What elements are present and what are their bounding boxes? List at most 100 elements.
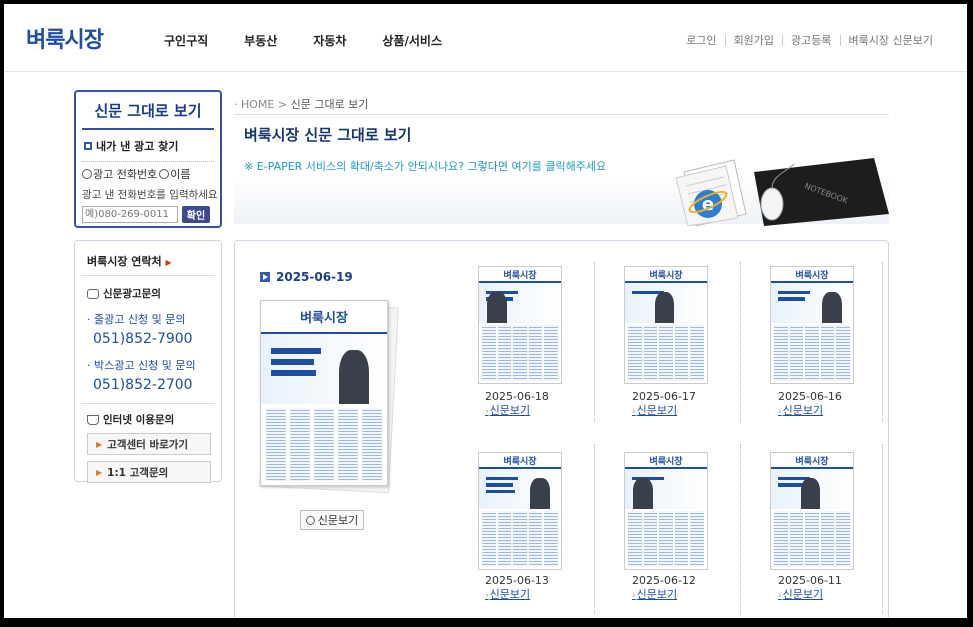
- find-ad-heading: 내가 낸 광고 찾기: [84, 138, 220, 154]
- divider: [740, 262, 741, 422]
- paper-masthead: 벼룩시장: [261, 301, 387, 335]
- signup-link[interactable]: 회원가입: [734, 32, 774, 48]
- utility-links: 로그인 회원가입 광고등록 벼룩시장 신문보기: [686, 32, 933, 48]
- breadcrumb-current: 신문 그대로 보기: [290, 98, 369, 111]
- radio-phone[interactable]: [82, 169, 92, 179]
- ad-register-link[interactable]: 광고등록: [791, 32, 831, 48]
- paper-view-link[interactable]: ›신문보기: [485, 586, 530, 602]
- divider: [782, 34, 784, 46]
- search-type-radios: 광고 전화번호 이름: [82, 166, 220, 182]
- banner-illustration: e NOTEBOOK: [675, 158, 889, 226]
- paper-view-link[interactable]: ›신문보기: [778, 402, 823, 418]
- page-title: 벼룩시장 신문 그대로 보기: [244, 126, 412, 144]
- line-ad-text: 줄광고 신청 및 문의: [94, 313, 186, 326]
- dotted-divider: [82, 161, 214, 162]
- site-logo[interactable]: 벼룩시장: [26, 22, 104, 54]
- radio-phone-label: 광고 전화번호: [93, 168, 158, 181]
- paper-view-label: 신문보기: [782, 404, 824, 417]
- divider: [594, 444, 595, 614]
- paper-view-link[interactable]: ›신문보기: [778, 586, 823, 602]
- box-ad-phone: 051)852-2700: [93, 377, 193, 393]
- magnifier-icon: [305, 515, 315, 525]
- featured-view-button[interactable]: 신문보기: [300, 510, 364, 530]
- paper-view-label: 신문보기: [636, 588, 678, 601]
- contact-title: 벼룩시장 연락처 ▶: [87, 253, 221, 269]
- sidebar-title: 신문 그대로 보기: [82, 100, 214, 130]
- divider: [882, 262, 883, 422]
- contact-box: 벼룩시장 연락처 ▶ 신문광고문의 · 줄광고 신청 및 문의 051)852-…: [74, 240, 222, 483]
- epaper-help-link[interactable]: ※ E-PAPER 서비스의 확대/축소가 안되시나요? 그렇다면 여기를 클릭…: [244, 158, 606, 174]
- paper-view-link[interactable]: ›신문보기: [632, 402, 677, 418]
- paper-logo-text: 벼룩시장: [649, 270, 683, 281]
- person-photo: [339, 349, 370, 405]
- login-link[interactable]: 로그인: [686, 32, 716, 48]
- coffee-cup-icon: [87, 414, 99, 425]
- divider: [234, 114, 889, 115]
- divider: [81, 275, 215, 276]
- paper-view-link[interactable]: ›신문보기: [485, 402, 530, 418]
- divider: [594, 262, 595, 422]
- square-bullet-icon: [84, 142, 92, 150]
- featured-date-text: 2025-06-19: [276, 270, 353, 284]
- newspaper-view-link[interactable]: 벼룩시장 신문보기: [849, 32, 933, 48]
- paper-thumbnail[interactable]: 벼룩시장: [624, 452, 708, 570]
- box-ad-text: 박스광고 신청 및 문의: [94, 359, 196, 372]
- radio-name-label: 이름: [170, 168, 191, 181]
- paper-view-label: 신문보기: [782, 588, 824, 601]
- line-ad-phone: 051)852-7900: [93, 331, 193, 347]
- nav-cars[interactable]: 자동차: [313, 32, 346, 49]
- divider: [724, 34, 726, 46]
- radio-name[interactable]: [159, 169, 170, 179]
- paper-thumbnail[interactable]: 벼룩시장: [478, 452, 562, 570]
- phone-hint: 광고 낸 전화번호를 입력하세요: [82, 189, 218, 201]
- confirm-button[interactable]: 확인: [182, 206, 210, 223]
- paper-view-label: 신문보기: [636, 404, 678, 417]
- nav-jobs[interactable]: 구인구직: [164, 32, 208, 49]
- customer-center-label: 고객센터 바로가기: [107, 438, 189, 451]
- newspaper-ad-heading: 신문광고문의: [87, 286, 221, 301]
- paper-thumbnail[interactable]: 벼룩시장: [770, 452, 854, 570]
- divider: [81, 403, 215, 404]
- paper-thumbnail[interactable]: 벼룩시장: [624, 266, 708, 384]
- paper-ads-grid: [261, 404, 387, 485]
- play-bullet-icon: [260, 272, 270, 282]
- nav-goods-services[interactable]: 상품/서비스: [382, 32, 442, 49]
- main-nav: 구인구직 부동산 자동차 상품/서비스: [164, 32, 478, 49]
- paper-view-label: 신문보기: [489, 404, 531, 417]
- paper-logo-text: 벼룩시장: [503, 270, 537, 281]
- breadcrumb: · HOME > 신문 그대로 보기: [234, 98, 369, 111]
- customer-center-button[interactable]: ▶ 고객센터 바로가기: [87, 433, 211, 455]
- triangle-right-icon: ▶: [96, 439, 103, 449]
- paper-logo-text: 벼룩시장: [649, 456, 683, 467]
- phone-input[interactable]: [82, 206, 178, 223]
- divider: [882, 444, 883, 614]
- paper-thumbnail[interactable]: 벼룩시장: [770, 266, 854, 384]
- paper-view-link[interactable]: ›신문보기: [632, 586, 677, 602]
- newspaper-ad-label: 신문광고문의: [103, 288, 161, 300]
- one-on-one-button[interactable]: ▶ 1:1 고객문의: [87, 461, 211, 483]
- featured-paper-thumbnail[interactable]: 벼룩시장: [260, 300, 388, 486]
- internet-inquiry-heading: 인터넷 이용문의: [87, 412, 221, 427]
- featured-view-label: 신문보기: [317, 514, 359, 527]
- nav-real-estate[interactable]: 부동산: [244, 32, 277, 49]
- divider: [839, 34, 841, 46]
- phone-icon: [87, 288, 99, 299]
- browser-viewport: 벼룩시장 구인구직 부동산 자동차 상품/서비스 로그인 회원가입 광고등록 벼…: [4, 4, 967, 618]
- one-on-one-label: 1:1 고객문의: [107, 466, 169, 479]
- contact-title-text: 벼룩시장 연락처: [87, 255, 162, 268]
- paper-logo-text: 벼룩시장: [795, 270, 829, 281]
- find-my-ad-box: 신문 그대로 보기 내가 낸 광고 찾기 광고 전화번호 이름 광고 낸 전화번…: [74, 90, 222, 228]
- divider: [740, 444, 741, 614]
- paper-view-label: 신문보기: [489, 588, 531, 601]
- breadcrumb-home[interactable]: HOME: [241, 98, 274, 111]
- triangle-right-icon: ▶: [96, 467, 103, 477]
- paper-hero: [261, 334, 387, 405]
- site-header: 벼룩시장 구인구직 부동산 자동차 상품/서비스 로그인 회원가입 광고등록 벼…: [4, 4, 967, 72]
- paper-logo-text: 벼룩시장: [300, 311, 348, 327]
- internet-inquiry-label: 인터넷 이용문의: [103, 414, 175, 426]
- paper-logo-text: 벼룩시장: [795, 456, 829, 467]
- featured-date: 2025-06-19: [260, 270, 353, 284]
- box-ad-label: · 박스광고 신청 및 문의: [87, 359, 196, 372]
- phone-search-row: 확인: [82, 206, 220, 223]
- paper-thumbnail[interactable]: 벼룩시장: [478, 266, 562, 384]
